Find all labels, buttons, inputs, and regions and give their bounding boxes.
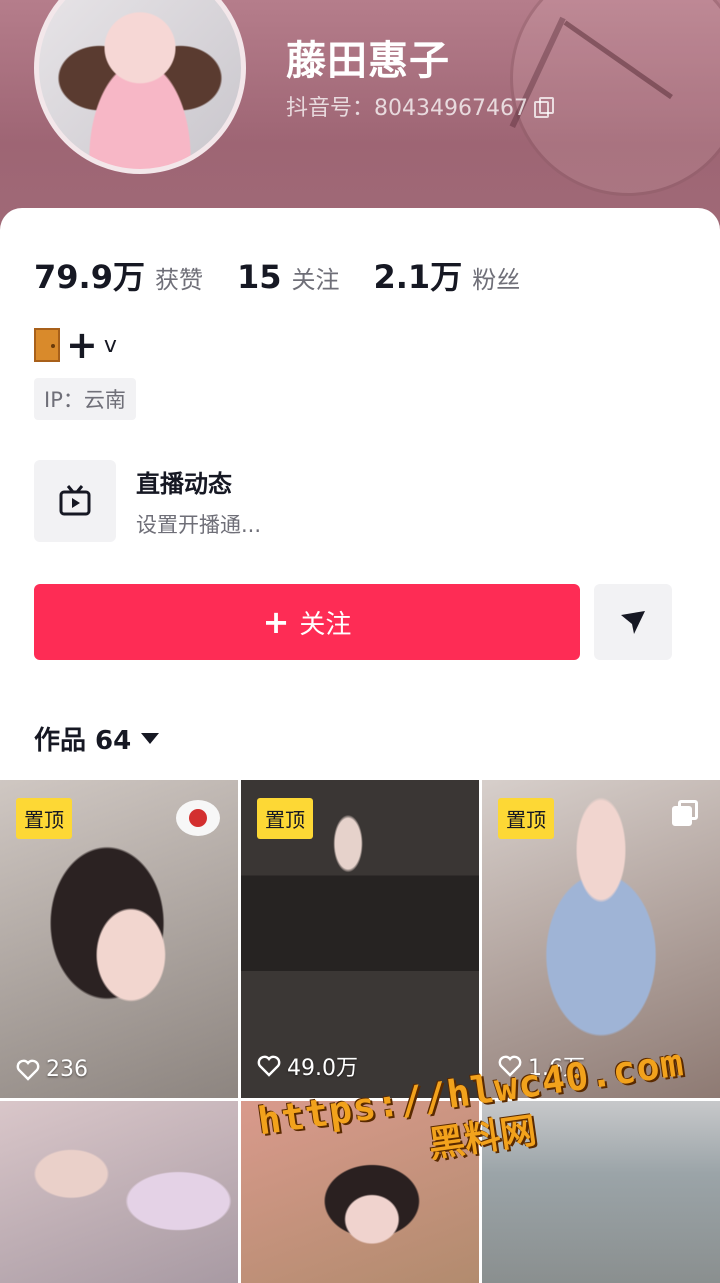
douyin-id-text: 抖音号：80434967467	[286, 96, 528, 121]
stat-value: 2.1万	[373, 258, 463, 296]
send-icon	[621, 611, 645, 634]
follow-label: 关注	[299, 609, 352, 640]
plus-icon: +	[262, 603, 290, 641]
plus-icon: +	[66, 323, 98, 367]
tv-icon	[34, 460, 116, 542]
copy-icon[interactable]	[533, 97, 554, 118]
like-count-text: 49.0万	[287, 1056, 358, 1081]
pinned-badge: 置顶	[498, 798, 554, 839]
heart-icon	[257, 1055, 281, 1077]
heart-icon	[16, 1059, 40, 1081]
live-subtitle: 设置开播通...	[136, 512, 262, 537]
ip-location-tag: IP：云南	[34, 378, 136, 420]
like-count: 49.0万	[257, 1050, 358, 1082]
live-status-row[interactable]: 直播动态 设置开播通...	[34, 460, 261, 542]
avatar[interactable]	[34, 0, 246, 174]
stat-value: 79.9万	[34, 258, 145, 296]
stat-following[interactable]: 15 关注	[237, 258, 340, 296]
stat-likes: 79.9万 获赞	[34, 252, 203, 298]
video-tile[interactable]: 置顶 236	[0, 780, 238, 1098]
apple-sticker-icon	[176, 800, 220, 836]
door-icon	[34, 328, 60, 362]
profile-banner: 藤田惠子 抖音号：80434967467	[0, 0, 720, 240]
stat-label: 获赞	[154, 266, 203, 294]
follow-button[interactable]: + 关注	[34, 584, 580, 660]
stat-label: 粉丝	[472, 266, 521, 294]
profile-name: 藤田惠子	[286, 38, 450, 84]
works-tab[interactable]: 作品 64	[34, 720, 160, 757]
video-grid: 置顶 236 置顶 49.0万 置顶 1.6万	[0, 780, 720, 1283]
multi-image-icon	[672, 800, 700, 828]
stat-label: 关注	[291, 266, 340, 294]
stat-followers[interactable]: 2.1万 粉丝	[374, 252, 521, 298]
stats-row: 79.9万 获赞 15 关注 2.1万 粉丝	[34, 252, 554, 298]
pinned-badge: 置顶	[257, 798, 313, 839]
video-tile[interactable]	[0, 1101, 238, 1283]
douyin-id[interactable]: 抖音号：80434967467	[286, 90, 554, 122]
bio-text: v	[103, 332, 117, 358]
stat-value: 15	[236, 258, 282, 296]
like-count: 236	[16, 1057, 88, 1082]
works-tab-label: 作品 64	[34, 726, 132, 756]
pinned-badge: 置顶	[16, 798, 72, 839]
message-button[interactable]	[594, 584, 672, 660]
video-tile[interactable]: 置顶 49.0万	[241, 780, 479, 1098]
live-title: 直播动态	[136, 469, 232, 498]
like-count-text: 236	[46, 1057, 88, 1082]
bio: + v	[34, 326, 117, 364]
chevron-down-icon	[141, 733, 160, 744]
